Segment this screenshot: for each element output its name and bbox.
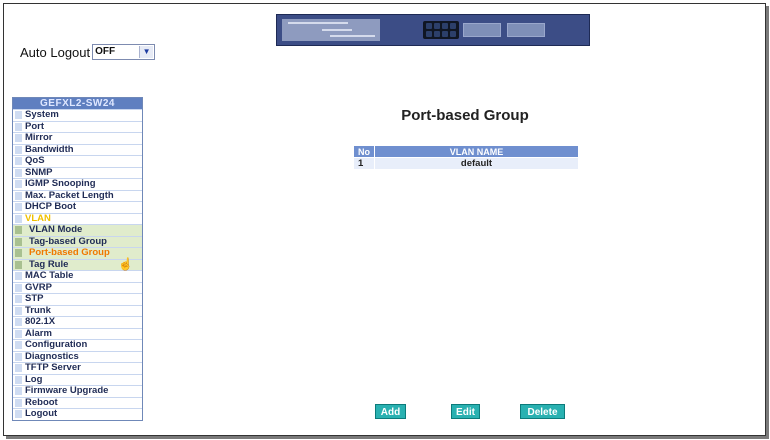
sidebar-item-trunk[interactable]: Trunk xyxy=(13,304,142,316)
auto-logout-label: Auto Logout xyxy=(20,44,91,60)
sidebar-item-port[interactable]: Port xyxy=(13,120,142,132)
page-title: Port-based Group xyxy=(401,107,529,124)
sidebar-item-mac-table[interactable]: MAC Table xyxy=(13,270,142,282)
auto-logout-value: OFF xyxy=(95,46,116,57)
port-cluster-icon xyxy=(423,21,459,39)
column-header-no: No xyxy=(353,145,375,158)
switch-device-banner xyxy=(276,14,590,46)
add-button[interactable]: Add xyxy=(375,404,406,419)
auto-logout-select[interactable]: OFF ▼ xyxy=(92,44,156,60)
sidebar-item-firmware-upgrade[interactable]: Firmware Upgrade xyxy=(13,385,142,397)
frame-shadow-right xyxy=(766,6,769,439)
sidebar-item-802-1x[interactable]: 802.1X xyxy=(13,316,142,328)
vlan-table: No VLAN NAME 1 default xyxy=(353,145,579,170)
sidebar-item-snmp[interactable]: SNMP xyxy=(13,166,142,178)
sidebar-item-stp[interactable]: STP xyxy=(13,293,142,305)
auto-logout-control: Auto Logout OFF ▼ xyxy=(20,44,156,60)
device-front-panel xyxy=(282,19,380,41)
sidebar-item-configuration[interactable]: Configuration xyxy=(13,339,142,351)
hand-pointer-icon: ☝ xyxy=(118,257,133,271)
sidebar-item-reboot[interactable]: Reboot xyxy=(13,396,142,408)
sidebar-item-vlan-mode[interactable]: VLAN Mode xyxy=(13,224,142,236)
table-header-row: No VLAN NAME xyxy=(353,145,579,158)
sidebar-item-dhcp-boot[interactable]: DHCP Boot xyxy=(13,201,142,213)
sidebar-item-logout[interactable]: Logout xyxy=(13,408,142,420)
column-header-vlan-name: VLAN NAME xyxy=(374,145,579,158)
sidebar-item-qos[interactable]: QoS xyxy=(13,155,142,167)
sidebar-item-vlan[interactable]: VLAN xyxy=(13,212,142,224)
sidebar-item-igmp-snooping[interactable]: IGMP Snooping xyxy=(13,178,142,190)
sidebar-item-tag-based-group[interactable]: Tag-based Group xyxy=(13,235,142,247)
cell-no: 1 xyxy=(353,157,375,170)
sidebar-item-alarm[interactable]: Alarm xyxy=(13,327,142,339)
sidebar-title: GEFXL2-SW24 xyxy=(13,98,142,109)
chevron-down-icon[interactable]: ▼ xyxy=(139,46,154,58)
sidebar-item-gvrp[interactable]: GVRP xyxy=(13,281,142,293)
sidebar-item-bandwidth[interactable]: Bandwidth xyxy=(13,143,142,155)
sidebar-item-max-packet-length[interactable]: Max. Packet Length xyxy=(13,189,142,201)
port-group-icon xyxy=(463,23,501,37)
sidebar-item-diagnostics[interactable]: Diagnostics xyxy=(13,350,142,362)
sidebar-item-mirror[interactable]: Mirror xyxy=(13,132,142,144)
port-group-icon xyxy=(507,23,545,37)
frame-shadow-bottom xyxy=(6,436,769,439)
edit-button[interactable]: Edit xyxy=(451,404,480,419)
sidebar-item-tftp-server[interactable]: TFTP Server xyxy=(13,362,142,374)
delete-button[interactable]: Delete xyxy=(520,404,565,419)
cell-vlan-name: default xyxy=(374,157,579,170)
sidebar-item-system[interactable]: System xyxy=(13,109,142,121)
sidebar-item-log[interactable]: Log xyxy=(13,373,142,385)
table-row[interactable]: 1 default xyxy=(353,157,579,170)
